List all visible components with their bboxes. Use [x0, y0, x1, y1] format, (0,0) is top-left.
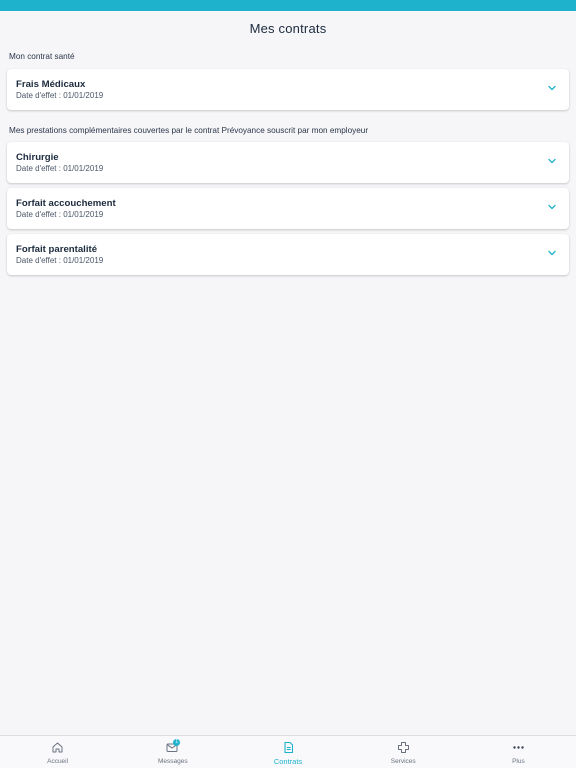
page-header: Mes contrats: [0, 11, 576, 45]
tab-accueil[interactable]: Accueil: [0, 736, 115, 768]
chevron-down-icon[interactable]: [547, 202, 557, 212]
section-label-health: Mon contrat santé: [9, 52, 75, 61]
tab-bar: Accueil 1 Messages Contrats Services Plu: [0, 735, 576, 768]
contract-title: Forfait accouchement: [16, 198, 116, 209]
document-icon: [283, 741, 293, 754]
chevron-down-icon[interactable]: [547, 83, 557, 93]
tab-label: Plus: [512, 758, 525, 765]
contract-card-forfait-parentalite[interactable]: Forfait parentalité Date d'effet : 01/01…: [7, 234, 569, 275]
contract-title: Frais Médicaux: [16, 79, 86, 90]
contract-date: Date d'effet : 01/01/2019: [16, 164, 104, 173]
envelope-icon-wrapper: 1: [166, 739, 181, 754]
tab-plus[interactable]: Plus: [461, 736, 576, 768]
contract-card-forfait-accouchement[interactable]: Forfait accouchement Date d'effet : 01/0…: [7, 188, 569, 229]
chevron-down-icon[interactable]: [547, 156, 557, 166]
tab-messages[interactable]: 1 Messages: [115, 736, 230, 768]
tab-services[interactable]: Services: [346, 736, 461, 768]
contract-date: Date d'effet : 01/01/2019: [16, 210, 104, 219]
tab-label: Services: [390, 758, 416, 765]
home-icon: [52, 742, 63, 753]
more-dots-icon: [513, 746, 524, 749]
tab-label: Messages: [157, 758, 188, 765]
status-bar: [0, 0, 576, 11]
contract-title: Chirurgie: [16, 152, 59, 163]
contract-card-chirurgie[interactable]: Chirurgie Date d'effet : 01/01/2019: [7, 142, 569, 183]
contract-card-frais-medicaux[interactable]: Frais Médicaux Date d'effet : 01/01/2019: [7, 69, 569, 110]
section-label-provident: Mes prestations complémentaires couverte…: [9, 126, 369, 135]
tab-label: Contrats: [273, 757, 303, 766]
medical-cross-icon: [397, 742, 409, 753]
tab-contrats[interactable]: Contrats: [230, 736, 345, 768]
page-title: Mes contrats: [249, 20, 327, 36]
contract-date: Date d'effet : 01/01/2019: [16, 256, 104, 265]
tab-label: Accueil: [47, 758, 69, 765]
contract-title: Forfait parentalité: [16, 244, 98, 255]
chevron-down-icon[interactable]: [547, 248, 557, 258]
contract-date: Date d'effet : 01/01/2019: [16, 91, 104, 100]
